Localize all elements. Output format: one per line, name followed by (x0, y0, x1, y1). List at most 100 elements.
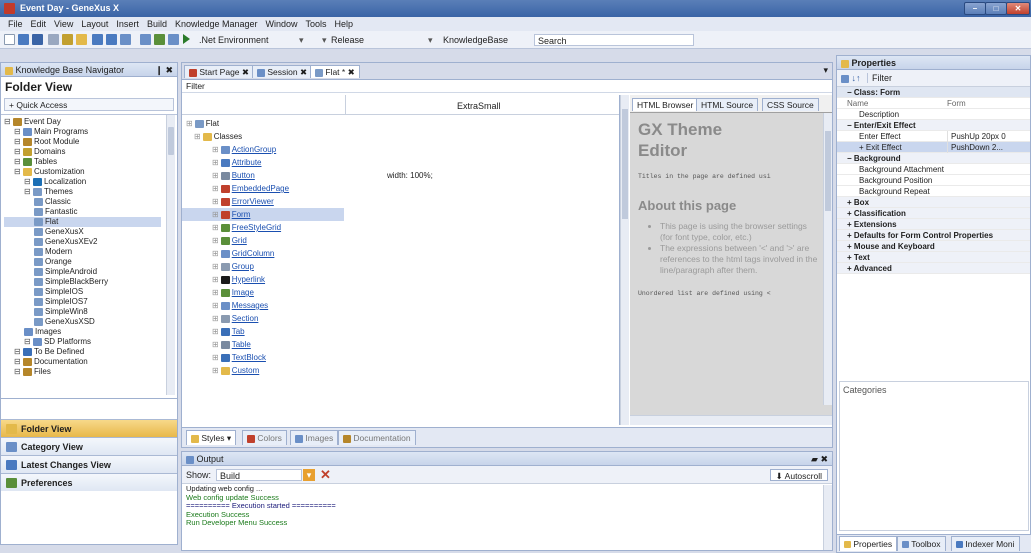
filter-bar[interactable]: Filter (182, 80, 832, 93)
tree-node[interactable]: ⊟ Files (4, 367, 161, 377)
class-item[interactable]: ⊞ EmbeddedPage (186, 182, 344, 195)
class-item[interactable]: ⊞ Button (186, 169, 344, 182)
kb-dropdown-icon[interactable]: ▾ (428, 34, 440, 46)
expand-icon[interactable]: + (847, 253, 854, 262)
save-all-icon[interactable] (32, 34, 43, 45)
menu-tools[interactable]: Tools (306, 19, 327, 29)
tabs-dropdown-icon[interactable]: ▾ (823, 65, 828, 76)
menu-knowledge-manager[interactable]: Knowledge Manager (175, 19, 258, 29)
class-folder[interactable]: ⊞ Classes (186, 130, 344, 143)
paste-icon[interactable] (76, 34, 87, 45)
expander-icon[interactable]: ⊞ (212, 210, 219, 219)
property-category[interactable]: + Defaults for Form Control Properties (837, 230, 1030, 241)
class-item[interactable]: ⊞ GridColumn (186, 247, 344, 260)
expander-icon[interactable]: ⊟ (4, 117, 13, 126)
kb-combo[interactable]: KnowledgeBase (440, 34, 530, 46)
expand-icon[interactable]: + (847, 231, 854, 240)
expander-icon[interactable]: ⊟ (14, 127, 23, 136)
menu-insert[interactable]: Insert (116, 19, 139, 29)
expander-icon[interactable]: ⊟ (14, 147, 23, 156)
expand-icon[interactable]: − (847, 154, 854, 163)
new-icon[interactable] (4, 34, 15, 45)
class-item[interactable]: ⊞ ActionGroup (186, 143, 344, 156)
menu-file[interactable]: File (8, 19, 23, 29)
class-folder[interactable]: ⊞ Flat (186, 117, 344, 130)
property-category[interactable]: − Background (837, 153, 1030, 164)
tree-node[interactable]: ⊟ SD Platforms (4, 337, 161, 347)
property-category[interactable]: + Classification (837, 208, 1030, 219)
rebuild-icon[interactable] (168, 34, 179, 45)
configuration-combo[interactable]: Release (328, 34, 388, 46)
property-row[interactable]: Background Attachment (837, 164, 1030, 175)
output-pin-close[interactable]: ▰ ✖ (811, 452, 828, 466)
class-item[interactable]: ⊞ Table (186, 338, 344, 351)
expander-icon[interactable]: ⊞ (186, 119, 193, 128)
expander-icon[interactable]: ⊟ (24, 337, 33, 346)
quick-access-bar[interactable]: + Quick Access (4, 98, 174, 111)
property-row[interactable]: Background Position (837, 175, 1030, 186)
class-item[interactable]: ⊞ Messages (186, 299, 344, 312)
output-source-combo[interactable]: Build (216, 469, 302, 481)
tab-html-browser[interactable]: HTML Browser (632, 98, 699, 111)
clear-output-icon[interactable]: ✕ (320, 466, 331, 484)
class-item[interactable]: ⊞ ErrorViewer (186, 195, 344, 208)
tree-node[interactable]: ⊟ Tables (4, 157, 161, 167)
expander-icon[interactable]: ⊟ (14, 357, 23, 366)
pin-close-icons[interactable]: ❙ ✖ (155, 63, 173, 77)
expander-icon[interactable]: ⊞ (212, 366, 219, 375)
expander-icon[interactable]: ⊞ (194, 132, 201, 141)
class-item[interactable]: ⊞ FreeStyleGrid (186, 221, 344, 234)
expander-icon[interactable]: ⊟ (14, 347, 23, 356)
build-icon[interactable] (154, 34, 165, 45)
tree-node[interactable]: Fantastic (4, 207, 161, 217)
expander-icon[interactable]: ⊞ (212, 327, 219, 336)
nav-latest-changes-view[interactable]: Latest Changes View (1, 455, 177, 473)
tree-node[interactable]: ⊟ To Be Defined (4, 347, 161, 357)
expander-icon[interactable]: ⊟ (24, 177, 33, 186)
tab-html-source[interactable]: HTML Source (696, 98, 759, 111)
menu-view[interactable]: View (54, 19, 73, 29)
tree-node[interactable]: Flat (4, 217, 161, 227)
tree-node[interactable]: Classic (4, 197, 161, 207)
class-item[interactable]: ⊞ Grid (186, 234, 344, 247)
cut-icon[interactable] (48, 34, 59, 45)
class-item[interactable]: ⊞ Image (186, 286, 344, 299)
class-item[interactable]: ⊞ Form (182, 208, 344, 221)
nav-folder-view[interactable]: Folder View (1, 419, 177, 437)
properties-filter[interactable]: Filter (867, 73, 893, 83)
tree-node[interactable]: ⊟ Main Programs (4, 127, 161, 137)
tab-session[interactable]: Session ✖ (252, 65, 313, 78)
expander-icon[interactable]: ⊟ (24, 187, 33, 196)
expand-icon[interactable]: + (847, 264, 854, 273)
property-row[interactable]: Background Repeat (837, 186, 1030, 197)
tab-colors[interactable]: Colors (242, 430, 287, 445)
menu-build[interactable]: Build (147, 19, 167, 29)
tree-node[interactable]: SimpleWin8 (4, 307, 161, 317)
property-row[interactable]: + Exit Effect PushDown 2... (837, 142, 1030, 153)
expander-icon[interactable]: ⊞ (212, 223, 219, 232)
menu-layout[interactable]: Layout (81, 19, 108, 29)
expand-icon[interactable]: − (847, 121, 854, 130)
preview-scrollbar[interactable] (823, 113, 832, 405)
menu-help[interactable]: Help (335, 19, 354, 29)
tab-documentation[interactable]: Documentation (338, 430, 416, 445)
tree-node[interactable]: ⊟ Root Module (4, 137, 161, 147)
save-icon[interactable] (18, 34, 29, 45)
property-category[interactable]: + Extensions (837, 219, 1030, 230)
tree-node[interactable]: SimpleIOS (4, 287, 161, 297)
property-row[interactable]: Description (837, 109, 1030, 120)
tree-node[interactable]: Images (4, 327, 161, 337)
environment-dropdown-icon[interactable]: ▾ (296, 34, 310, 46)
expander-icon[interactable]: ⊟ (14, 367, 23, 376)
tab-styles[interactable]: Styles ▾ (186, 430, 237, 445)
tab-properties[interactable]: Properties (839, 536, 898, 551)
class-item[interactable]: ⊞ Attribute (186, 156, 344, 169)
tree-node[interactable]: GeneXusXEv2 (4, 237, 161, 247)
expander-icon[interactable]: ⊞ (212, 145, 219, 154)
tree-node[interactable]: SimpleBlackBerry (4, 277, 161, 287)
tree-node[interactable]: Modern (4, 247, 161, 257)
class-item[interactable]: ⊞ TextBlock (186, 351, 344, 364)
expander-icon[interactable]: ⊞ (212, 314, 219, 323)
tree-node[interactable]: ⊟ Themes (4, 187, 161, 197)
expander-icon[interactable]: ⊞ (212, 197, 219, 206)
